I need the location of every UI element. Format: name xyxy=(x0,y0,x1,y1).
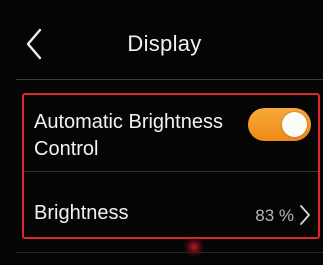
brightness-value: 83 % xyxy=(255,206,294,225)
bottom-divider xyxy=(16,252,323,253)
header-divider xyxy=(16,79,323,80)
row-divider xyxy=(24,171,318,172)
chevron-right-icon xyxy=(299,204,311,226)
page-title: Display xyxy=(127,31,202,56)
automatic-brightness-toggle[interactable] xyxy=(248,108,311,141)
brightness-label: Brightness xyxy=(34,202,129,224)
header: Display xyxy=(0,0,323,80)
display-settings-screen: Display Automatic Brightness Control Bri… xyxy=(0,0,323,265)
touch-indicator xyxy=(184,237,204,257)
brightness-row[interactable]: Brightness 83 % xyxy=(24,173,318,237)
toggle-knob xyxy=(282,112,307,137)
automatic-brightness-row[interactable]: Automatic Brightness Control xyxy=(24,95,318,170)
highlighted-settings-group: Automatic Brightness Control Brightness … xyxy=(22,93,320,239)
automatic-brightness-label: Automatic Brightness Control xyxy=(34,111,223,160)
